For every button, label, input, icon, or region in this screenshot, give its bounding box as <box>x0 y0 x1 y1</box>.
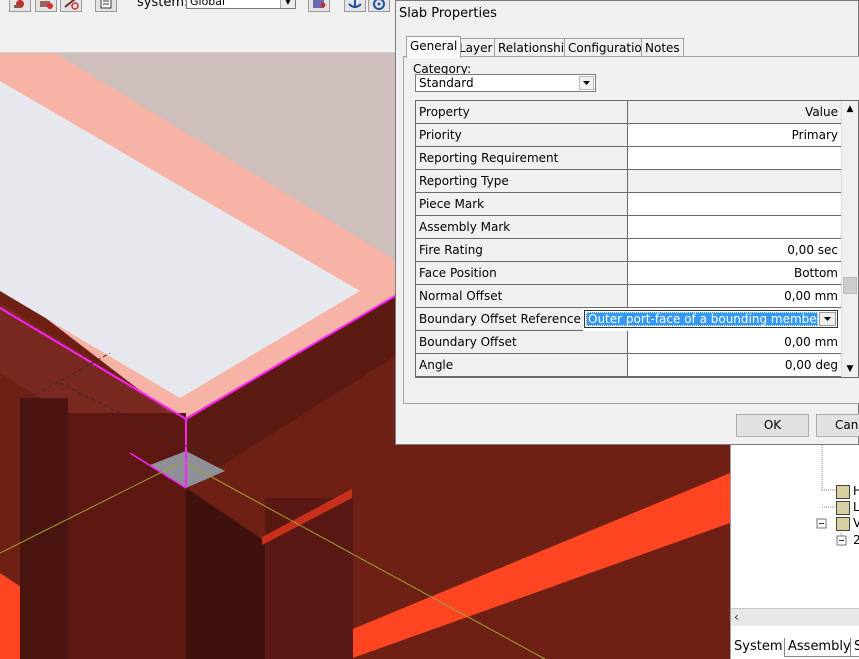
system-node-icon <box>836 501 850 515</box>
chevron-down-icon[interactable] <box>579 76 594 90</box>
gear-icon[interactable] <box>368 0 390 12</box>
property-name: Boundary Offset <box>416 331 628 354</box>
property-value[interactable]: Bottom <box>628 262 841 285</box>
tree-item-label: V <box>853 516 859 530</box>
table-row[interactable]: Boundary Offset 0,00 mm <box>416 331 841 354</box>
tree-item[interactable]: 2 <box>853 533 859 548</box>
tool-icon-2[interactable] <box>35 0 57 12</box>
tab-assembly[interactable]: Assembly <box>784 638 855 657</box>
ok-button[interactable]: OK <box>736 414 809 437</box>
property-value[interactable]: 0,00 mm <box>628 331 841 354</box>
system-node-icon <box>836 485 850 499</box>
properties-icon[interactable] <box>95 0 117 12</box>
snap-icon[interactable] <box>308 0 330 12</box>
property-name: Reporting Type <box>416 170 628 193</box>
property-value[interactable] <box>628 216 841 239</box>
tab-notes[interactable]: Notes <box>641 38 684 57</box>
table-row[interactable]: Normal Offset 0,00 mm <box>416 285 841 308</box>
property-value[interactable]: Primary <box>628 124 841 147</box>
scroll-thumb[interactable] <box>843 277 857 294</box>
anchor-icon[interactable] <box>344 0 366 12</box>
tree-item-label: 2 <box>853 533 859 547</box>
vertical-scrollbar[interactable]: ▲ ▼ <box>841 101 858 377</box>
scroll-up-icon[interactable]: ▲ <box>843 102 857 116</box>
dropdown-selected-value: Outer port-face of a bounding member <box>586 312 818 326</box>
property-name: Assembly Mark <box>416 216 628 239</box>
tab-configuration[interactable]: Configuration <box>564 38 654 57</box>
table-row-editing[interactable]: Boundary Offset Reference Outer port-fac… <box>416 308 841 331</box>
property-name: Boundary Offset Reference <box>416 308 583 331</box>
coordinate-system-label: system: <box>137 0 189 10</box>
table-row[interactable]: Face Position Bottom <box>416 262 841 285</box>
scroll-left-icon[interactable]: ‹ <box>734 610 739 624</box>
scroll-down-icon[interactable]: ▼ <box>843 362 857 376</box>
horizontal-scrollbar[interactable]: ‹ <box>731 608 859 626</box>
property-name: Reporting Requirement <box>416 147 628 170</box>
value-column-header: Value <box>628 101 841 124</box>
property-name: Fire Rating <box>416 239 628 262</box>
tree-item[interactable]: V <box>836 516 859 531</box>
table-row[interactable]: Reporting Requirement <box>416 147 841 170</box>
boundary-offset-reference-dropdown[interactable]: Outer port-face of a bounding member <box>584 310 838 328</box>
table-row[interactable]: Reporting Type <box>416 170 841 193</box>
property-name: Piece Mark <box>416 193 628 216</box>
tool-icon-3[interactable] <box>60 0 82 12</box>
tree-item-label: L <box>853 500 859 514</box>
property-name: Face Position <box>416 262 628 285</box>
chevron-down-icon[interactable]: ▼ <box>280 0 295 8</box>
property-grid: Property Value Priority Primary Reportin… <box>415 100 859 378</box>
slab-properties-dialog: Slab Properties General Layer Relationsh… <box>395 0 859 445</box>
property-value[interactable] <box>628 147 841 170</box>
tab-s[interactable]: S <box>850 638 859 657</box>
cancel-button[interactable]: Canc <box>816 414 859 437</box>
tree-item-label: H <box>853 484 859 498</box>
property-value[interactable] <box>628 193 841 216</box>
chevron-down-icon[interactable] <box>819 312 836 326</box>
tool-icon-1[interactable] <box>9 0 31 12</box>
table-row[interactable]: Priority Primary <box>416 124 841 147</box>
table-row[interactable]: Angle 0,00 deg <box>416 354 841 377</box>
dialog-title: Slab Properties <box>399 6 497 21</box>
property-value[interactable]: 0,00 mm <box>628 285 841 308</box>
main-toolbar: system: Global ▼ <box>0 0 400 53</box>
tab-general[interactable]: General <box>406 36 462 58</box>
table-row[interactable]: Assembly Mark <box>416 216 841 239</box>
property-name: Priority <box>416 124 628 147</box>
property-column-header: Property <box>416 101 628 124</box>
property-value[interactable]: 0,00 sec <box>628 239 841 262</box>
property-value[interactable]: 0,00 deg <box>628 354 841 377</box>
workspace-explorer: H L V 2 ‹ System Assembly S <box>730 445 859 659</box>
coordinate-system-value: Global <box>190 0 226 8</box>
table-row[interactable]: Fire Rating 0,00 sec <box>416 239 841 262</box>
general-tab-panel: Category: Standard Property Value Priori… <box>403 56 859 404</box>
property-name: Normal Offset <box>416 285 628 308</box>
tree-item[interactable]: L <box>836 500 859 515</box>
property-value <box>628 170 841 193</box>
property-name: Angle <box>416 354 628 377</box>
tab-system[interactable]: System <box>731 638 786 657</box>
system-node-icon <box>836 517 850 531</box>
tree-item[interactable]: H <box>836 484 859 499</box>
workspace-tabs: System Assembly S <box>731 638 859 659</box>
table-row[interactable]: Piece Mark <box>416 193 841 216</box>
category-value: Standard <box>419 76 474 90</box>
category-select[interactable]: Standard <box>415 74 596 92</box>
grid-header-row: Property Value <box>416 101 841 124</box>
coordinate-system-select[interactable]: Global ▼ <box>186 0 296 9</box>
